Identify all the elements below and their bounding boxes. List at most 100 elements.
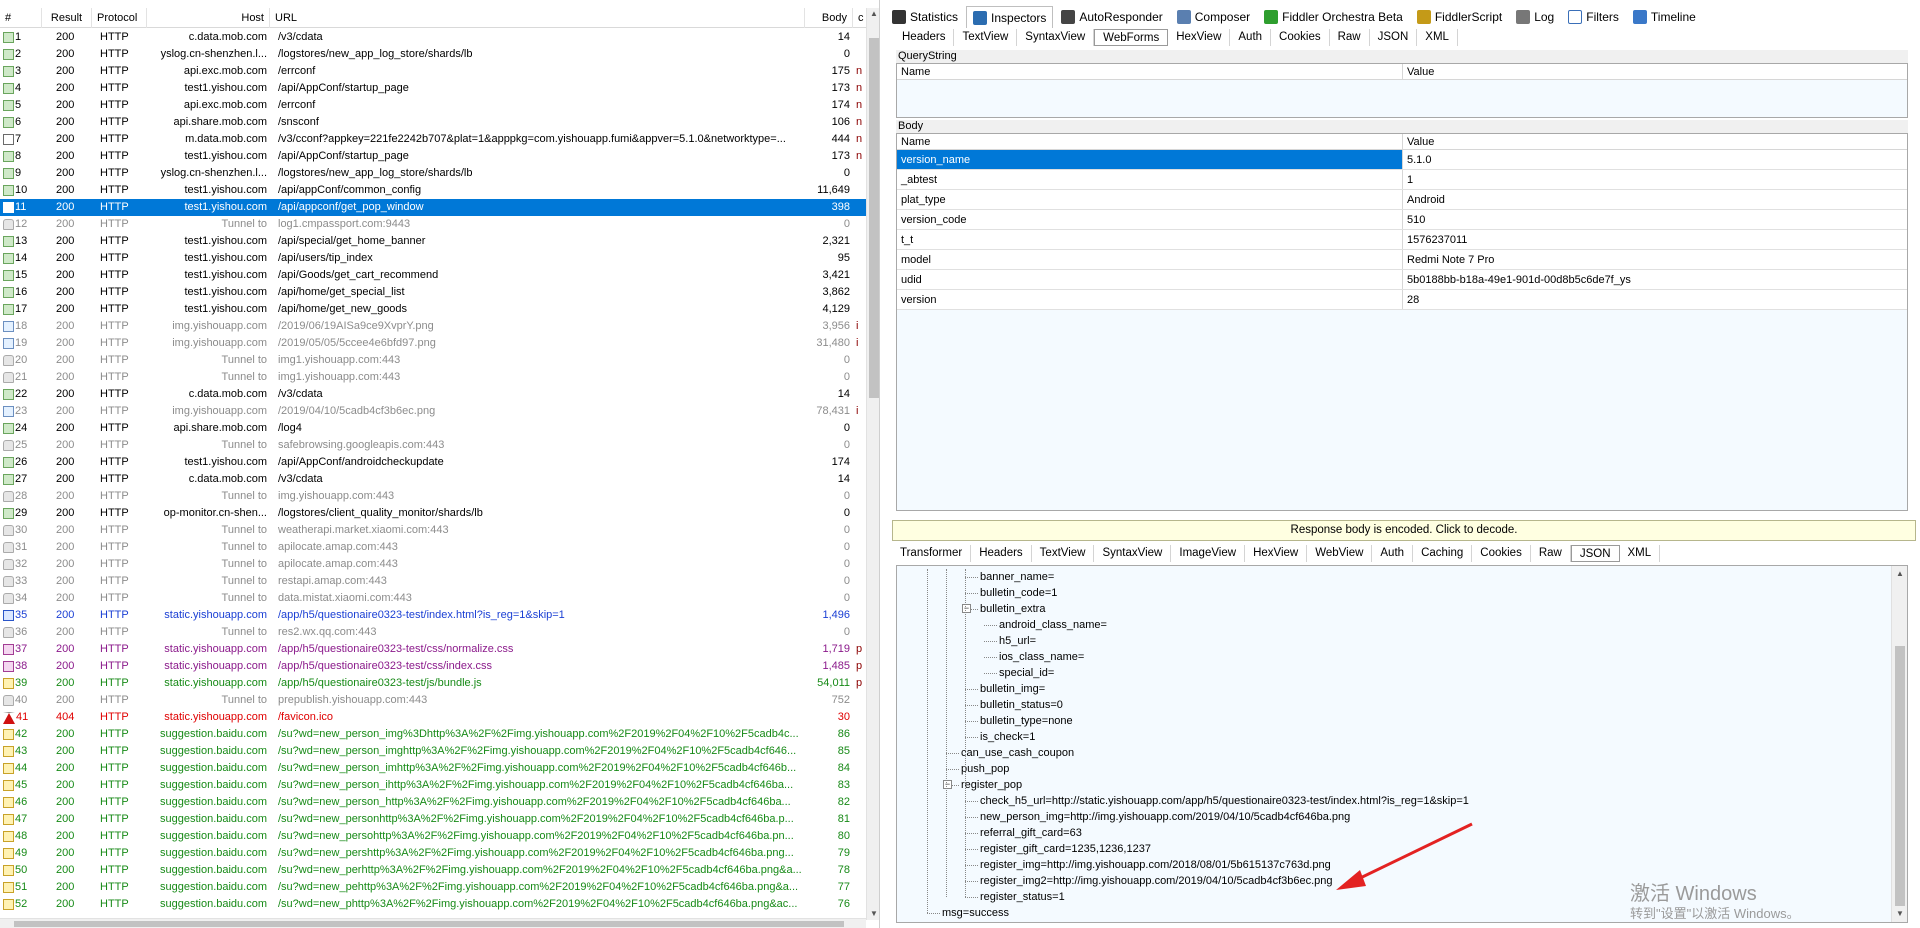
response-tab-json[interactable]: JSON: [1570, 544, 1620, 562]
decode-notice-bar[interactable]: Response body is encoded. Click to decod…: [892, 520, 1916, 541]
json-vertical-scrollbar[interactable]: ▲ ▼: [1891, 566, 1907, 922]
col-header-host[interactable]: Host: [147, 8, 270, 28]
session-row[interactable]: 33 200 HTTP Tunnel to restapi.amap.com:443 0: [0, 573, 866, 590]
response-tab-textview[interactable]: TextView: [1032, 544, 1095, 562]
tab-fiddlerscript[interactable]: FiddlerScript: [1411, 6, 1508, 28]
body-param-row[interactable]: plat_type Android: [897, 190, 1907, 210]
response-tab-transformer[interactable]: Transformer: [892, 544, 972, 562]
json-scroll-down-icon[interactable]: ▼: [1893, 908, 1907, 920]
request-tab-raw[interactable]: Raw: [1330, 28, 1370, 46]
body-param-row[interactable]: udid 5b0188bb-b18a-49e1-901d-00d8b5c6de7f…: [897, 270, 1907, 290]
session-row[interactable]: 2 200 HTTP yslog.cn-shenzhen.l... /logstores…: [0, 46, 866, 63]
session-row[interactable]: 5 200 HTTP api.exc.mob.com/errconf 174 n: [0, 97, 866, 114]
json-scroll-up-icon[interactable]: ▲: [1893, 568, 1907, 580]
session-row[interactable]: 14 200 HTTP test1.yishou.com/api/users/tip_…: [0, 250, 866, 267]
session-row[interactable]: 24 200 HTTP api.share.mob.com/log4 0: [0, 420, 866, 437]
session-row[interactable]: 1 200 HTTP c.data.mob.com/v3/cdata 14: [0, 29, 866, 46]
col-header-result[interactable]: Result: [42, 8, 92, 28]
col-header-extra[interactable]: c: [853, 8, 866, 28]
session-row[interactable]: 10 200 HTTP test1.yishou.com/api/appConf/co…: [0, 182, 866, 199]
session-row[interactable]: 7 200 HTTP m.data.mob.com/v3/cconf?appkey=2…: [0, 131, 866, 148]
session-row[interactable]: 26 200 HTTP test1.yishou.com/api/AppConf/an…: [0, 454, 866, 471]
json-node[interactable]: banner_name=: [897, 569, 1887, 585]
tab-timeline[interactable]: Timeline: [1627, 6, 1702, 28]
session-row[interactable]: 18 200 HTTP img.yishouapp.com/2019/06/19AIS…: [0, 318, 866, 335]
request-tab-headers[interactable]: Headers: [894, 28, 955, 46]
session-row[interactable]: 9 200 HTTP yslog.cn-shenzhen.l... /logstores…: [0, 165, 866, 182]
col-header-num[interactable]: #: [0, 8, 42, 28]
request-tab-cookies[interactable]: Cookies: [1271, 28, 1330, 46]
tab-inspectors[interactable]: Inspectors: [966, 6, 1054, 28]
session-row[interactable]: 6 200 HTTP api.share.mob.com/snsconf 106 n: [0, 114, 866, 131]
session-row[interactable]: 28 200 HTTP Tunnel to img.yishouapp.com:443 0: [0, 488, 866, 505]
session-row[interactable]: 41 404 HTTP static.yishouapp.com/favicon.ic…: [0, 709, 866, 726]
session-row[interactable]: 42 200 HTTP suggestion.baidu.com/su?wd=new_…: [0, 726, 866, 743]
request-tab-textview[interactable]: TextView: [954, 28, 1018, 46]
querystring-value-header[interactable]: Value: [1403, 64, 1907, 79]
tab-composer[interactable]: Composer: [1171, 6, 1256, 28]
body-param-row[interactable]: t_t 1576237011: [897, 230, 1907, 250]
response-tab-syntaxview[interactable]: SyntaxView: [1094, 544, 1172, 562]
request-tab-webforms[interactable]: WebForms: [1094, 28, 1169, 46]
session-row[interactable]: 40 200 HTTP Tunnel to prepublish.yishouapp.c…: [0, 692, 866, 709]
col-header-body[interactable]: Body: [805, 8, 853, 28]
json-node[interactable]: h5_url=: [897, 633, 1887, 649]
json-node[interactable]: bulletin_status=0: [897, 697, 1887, 713]
session-row[interactable]: 35 200 HTTP static.yishouapp.com/app/h5/que…: [0, 607, 866, 624]
session-row[interactable]: 21 200 HTTP Tunnel to img1.yishouapp.com:443…: [0, 369, 866, 386]
session-row[interactable]: 38 200 HTTP static.yishouapp.com/app/h5/que…: [0, 658, 866, 675]
response-tab-imageview[interactable]: ImageView: [1171, 544, 1246, 562]
json-node[interactable]: special_id=: [897, 665, 1887, 681]
body-value-header[interactable]: Value: [1403, 134, 1907, 149]
body-param-row[interactable]: version 28: [897, 290, 1907, 310]
request-tab-json[interactable]: JSON: [1370, 28, 1418, 46]
scroll-down-arrow-icon[interactable]: ▼: [867, 908, 879, 920]
session-row[interactable]: 15 200 HTTP test1.yishou.com/api/Goods/get_…: [0, 267, 866, 284]
session-row[interactable]: 3 200 HTTP api.exc.mob.com/errconf 175 n: [0, 63, 866, 80]
session-row[interactable]: 36 200 HTTP Tunnel to res2.wx.qq.com:443 0: [0, 624, 866, 641]
body-param-row[interactable]: _abtest 1: [897, 170, 1907, 190]
session-row[interactable]: 46 200 HTTP suggestion.baidu.com/su?wd=new_…: [0, 794, 866, 811]
session-row[interactable]: 31 200 HTTP Tunnel to apilocate.amap.com:443…: [0, 539, 866, 556]
session-row[interactable]: 52 200 HTTP suggestion.baidu.com/su?wd=new_…: [0, 896, 866, 913]
scroll-up-arrow-icon[interactable]: ▲: [867, 8, 879, 20]
json-node[interactable]: is_check=1: [897, 729, 1887, 745]
request-tab-hexview[interactable]: HexView: [1168, 28, 1231, 46]
querystring-name-header[interactable]: Name: [897, 64, 1403, 79]
session-row[interactable]: 37 200 HTTP static.yishouapp.com/app/h5/que…: [0, 641, 866, 658]
json-node[interactable]: − register_pop: [897, 777, 1887, 793]
request-tab-auth[interactable]: Auth: [1230, 28, 1272, 46]
session-row[interactable]: 20 200 HTTP Tunnel to img1.yishouapp.com:443…: [0, 352, 866, 369]
session-row[interactable]: 11 200 HTTP test1.yishou.com/api/appconf/ge…: [0, 199, 866, 216]
session-row[interactable]: 43 200 HTTP suggestion.baidu.com/su?wd=new_…: [0, 743, 866, 760]
session-row[interactable]: 47 200 HTTP suggestion.baidu.com/su?wd=new_…: [0, 811, 866, 828]
col-header-protocol[interactable]: Protocol: [92, 8, 147, 28]
session-row[interactable]: 16 200 HTTP test1.yishou.com/api/home/get_s…: [0, 284, 866, 301]
session-row[interactable]: 4 200 HTTP test1.yishou.com/api/AppConf/sta…: [0, 80, 866, 97]
response-tab-hexview[interactable]: HexView: [1245, 544, 1308, 562]
body-param-row[interactable]: version_name 5.1.0: [897, 150, 1907, 170]
session-row[interactable]: 34 200 HTTP Tunnel to data.mistat.xiaomi.com…: [0, 590, 866, 607]
session-row[interactable]: 32 200 HTTP Tunnel to apilocate.amap.com:443…: [0, 556, 866, 573]
session-row[interactable]: 39 200 HTTP static.yishouapp.com/app/h5/que…: [0, 675, 866, 692]
session-row[interactable]: 23 200 HTTP img.yishouapp.com/2019/04/10/5c…: [0, 403, 866, 420]
response-tab-xml[interactable]: XML: [1620, 544, 1661, 562]
tab-autoresponder[interactable]: AutoResponder: [1055, 6, 1168, 28]
response-tab-caching[interactable]: Caching: [1413, 544, 1473, 562]
json-node[interactable]: ios_class_name=: [897, 649, 1887, 665]
json-node[interactable]: can_use_cash_coupon: [897, 745, 1887, 761]
tab-filters[interactable]: Filters: [1562, 6, 1625, 28]
response-tab-webview[interactable]: WebView: [1307, 544, 1373, 562]
tab-log[interactable]: Log: [1510, 6, 1560, 28]
body-name-header[interactable]: Name: [897, 134, 1403, 149]
session-row[interactable]: 25 200 HTTP Tunnel to safebrowsing.googleapi…: [0, 437, 866, 454]
session-row[interactable]: 30 200 HTTP Tunnel to weatherapi.market.xiao…: [0, 522, 866, 539]
session-row[interactable]: 44 200 HTTP suggestion.baidu.com/su?wd=new_…: [0, 760, 866, 777]
body-param-row[interactable]: model Redmi Note 7 Pro: [897, 250, 1907, 270]
session-row[interactable]: 45 200 HTTP suggestion.baidu.com/su?wd=new_…: [0, 777, 866, 794]
response-tab-raw[interactable]: Raw: [1531, 544, 1571, 562]
json-scroll-thumb[interactable]: [1895, 646, 1905, 906]
json-node[interactable]: check_h5_url=http://static.yishouapp.com…: [897, 793, 1887, 809]
body-param-row[interactable]: version_code 510: [897, 210, 1907, 230]
session-row[interactable]: 12 200 HTTP Tunnel to log1.cmpassport.com:94…: [0, 216, 866, 233]
